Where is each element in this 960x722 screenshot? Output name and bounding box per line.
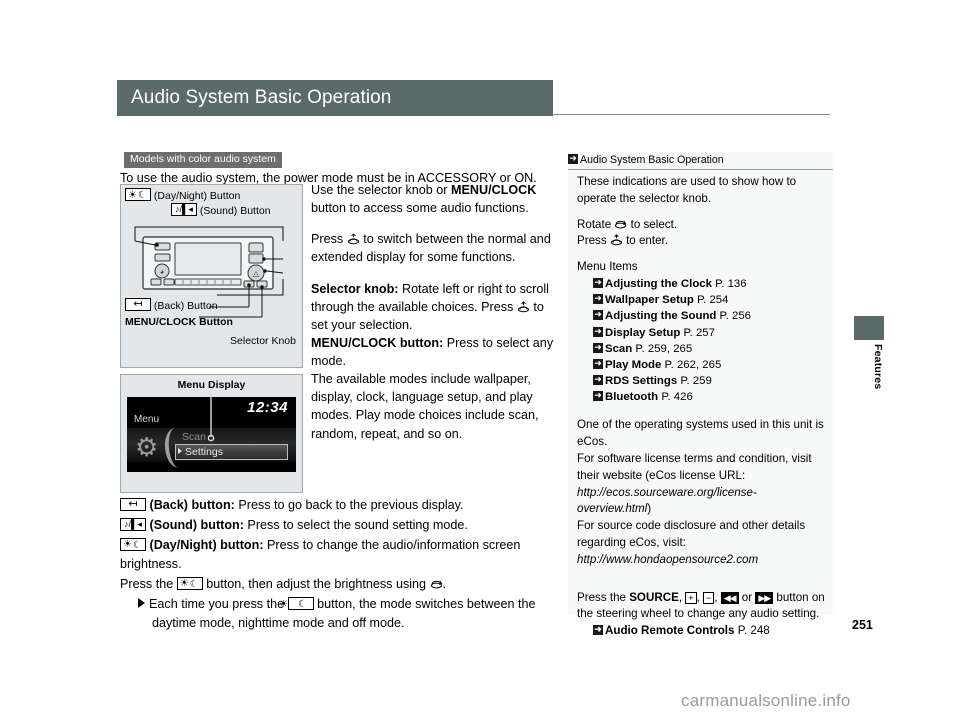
- side-note-body: These indications are used to show how t…: [577, 174, 827, 649]
- reference-arrow-icon: [593, 309, 603, 321]
- side-note-heading: Audio System Basic Operation: [568, 152, 833, 170]
- svg-text:◕: ◕: [160, 269, 164, 276]
- bullet-daynight-modes: Each time you press the ☀ ☾ button, the m…: [138, 595, 557, 633]
- sound-icon: ♪/▌◂: [171, 203, 197, 216]
- reference-arrow-icon: [593, 293, 603, 305]
- minus-button-icon: −: [702, 591, 715, 604]
- day-night-icon-3: ☀ ☾: [176, 576, 203, 590]
- reference-arrow-icon: [593, 342, 603, 353]
- ecos-line-3: For source code disclosure and other det…: [577, 519, 806, 550]
- list-item[interactable]: Adjusting the Sound P. 256: [593, 308, 827, 324]
- figure-menu-display: Menu Display 12:34 Menu ⚙ Scan Settings: [120, 374, 303, 493]
- list-item[interactable]: Adjusting the Clock P. 136: [593, 276, 827, 292]
- triangle-bullet-icon: [138, 598, 145, 609]
- sound-icon-2: ♪/▌◂: [120, 517, 146, 531]
- press-knob-icon: [347, 233, 360, 245]
- figure-label-back: ↤ (Back) Button: [125, 298, 218, 312]
- press-knob-icon-2: [517, 300, 530, 313]
- ecos-line-2: For software license terms and condition…: [577, 452, 812, 482]
- list-item[interactable]: Display Setup P. 257: [593, 325, 827, 341]
- ecos-line-1: One of the operating systems used in thi…: [577, 418, 824, 449]
- back-icon-2: ↤: [120, 498, 146, 511]
- reference-arrow-icon: [593, 358, 603, 369]
- sidenote-rotate-line: Rotate to select.: [577, 217, 678, 231]
- watermark: carmanualsonline.info: [681, 691, 851, 710]
- reference-arrow-icon: [593, 624, 603, 636]
- reference-arrow-icon: [593, 374, 603, 386]
- paragraph-selector-knob: Selector knob: Rotate left or right to s…: [311, 281, 549, 332]
- section-tab-label: Features: [872, 344, 884, 390]
- figure-label-daynight: ☀ ☾ (Day/Night) Button: [125, 188, 240, 202]
- day-night-icon-2: ☀ ☾: [120, 537, 146, 551]
- remote-controls-reference[interactable]: Audio Remote Controls P. 248: [577, 623, 827, 640]
- list-item[interactable]: Bluetooth P. 426: [593, 389, 827, 405]
- reference-arrow-icon: [593, 390, 603, 402]
- caption-leader-line: [207, 391, 215, 442]
- desc-sound-button: ♪/▌◂ (Sound) button: Press to select the…: [120, 516, 557, 535]
- paragraph-menuclock-button: MENU/CLOCK button: Press to select any m…: [311, 335, 554, 368]
- figure-label-selector-knob: Selector Knob: [230, 335, 296, 347]
- day-night-icon-4: ☀ ☾: [279, 597, 314, 611]
- side-note-panel: Audio System Basic Operation These indic…: [568, 152, 833, 637]
- reference-arrow-icon: [593, 277, 603, 288]
- figure-label-menuclock: MENU/CLOCK Button: [125, 316, 233, 328]
- list-item[interactable]: Scan P. 259, 265: [593, 341, 827, 357]
- title-divider: [553, 114, 830, 115]
- rotate-knob-icon-2: [614, 218, 627, 230]
- figure-label-sound: ♪/▌◂ (Sound) Button: [171, 203, 271, 217]
- paragraph-press-switch: Press to switch between the normal and e…: [311, 232, 551, 265]
- page-title: Audio System Basic Operation: [131, 87, 392, 108]
- menu-items-title: Menu Items: [577, 260, 638, 274]
- paragraph-selector-intro: Use the selector knob or MENU/CLOCK butt…: [311, 183, 537, 216]
- svg-text:△: △: [253, 269, 260, 278]
- figure-head-unit: ☀ ☾ (Day/Night) Button ♪/▌◂ (Sound) Butto…: [120, 184, 303, 368]
- day-night-icon: ☀ ☾: [125, 188, 151, 201]
- section-tab-marker: [854, 316, 884, 340]
- press-knob-icon-3: [610, 234, 623, 246]
- next-track-icon: ▶▶: [755, 591, 774, 604]
- reference-arrow-icon: [568, 153, 578, 164]
- paragraph-available-modes: The available modes include wallpaper, d…: [311, 372, 539, 441]
- button-descriptions: ↤ (Back) button: Press to go back to the…: [120, 496, 557, 633]
- sidenote-press-line: Press to enter.: [577, 234, 668, 248]
- remote-controls-note: Press the SOURCE, +, −, ◀◀ or ▶▶ button …: [577, 590, 825, 621]
- list-item[interactable]: Play Mode P. 262, 265: [593, 357, 827, 373]
- page-title-bar: Audio System Basic Operation: [117, 80, 553, 116]
- main-text-column: Use the selector knob or MENU/CLOCK butt…: [311, 181, 554, 456]
- menu-items-list: Adjusting the Clock P. 136 Wallpaper Set…: [577, 276, 827, 406]
- desc-back-button: ↤ (Back) button: Press to go back to the…: [120, 496, 557, 515]
- previous-track-icon: ◀◀: [720, 591, 739, 604]
- ecos-url-1: http://ecos.sourceware.org/license-overv…: [577, 485, 757, 516]
- models-tag: Models with color audio system: [124, 152, 282, 168]
- desc-brightness-adjust: Press the ☀ ☾ button, then adjust the bri…: [120, 576, 447, 591]
- back-icon: ↤: [125, 298, 151, 311]
- sidenote-intro: These indications are used to show how t…: [577, 175, 797, 205]
- list-item[interactable]: RDS Settings P. 259: [593, 373, 827, 389]
- ecos-url-2: http://www.hondaopensource2.com: [577, 552, 759, 566]
- list-item[interactable]: Wallpaper Setup P. 254: [593, 292, 827, 308]
- reference-arrow-icon: [593, 326, 603, 337]
- rotate-knob-icon: [430, 578, 443, 590]
- desc-daynight-button: ☀ ☾ (Day/Night) button: Press to change t…: [120, 537, 521, 571]
- page-number: 251: [852, 618, 873, 632]
- plus-button-icon: +: [685, 591, 697, 604]
